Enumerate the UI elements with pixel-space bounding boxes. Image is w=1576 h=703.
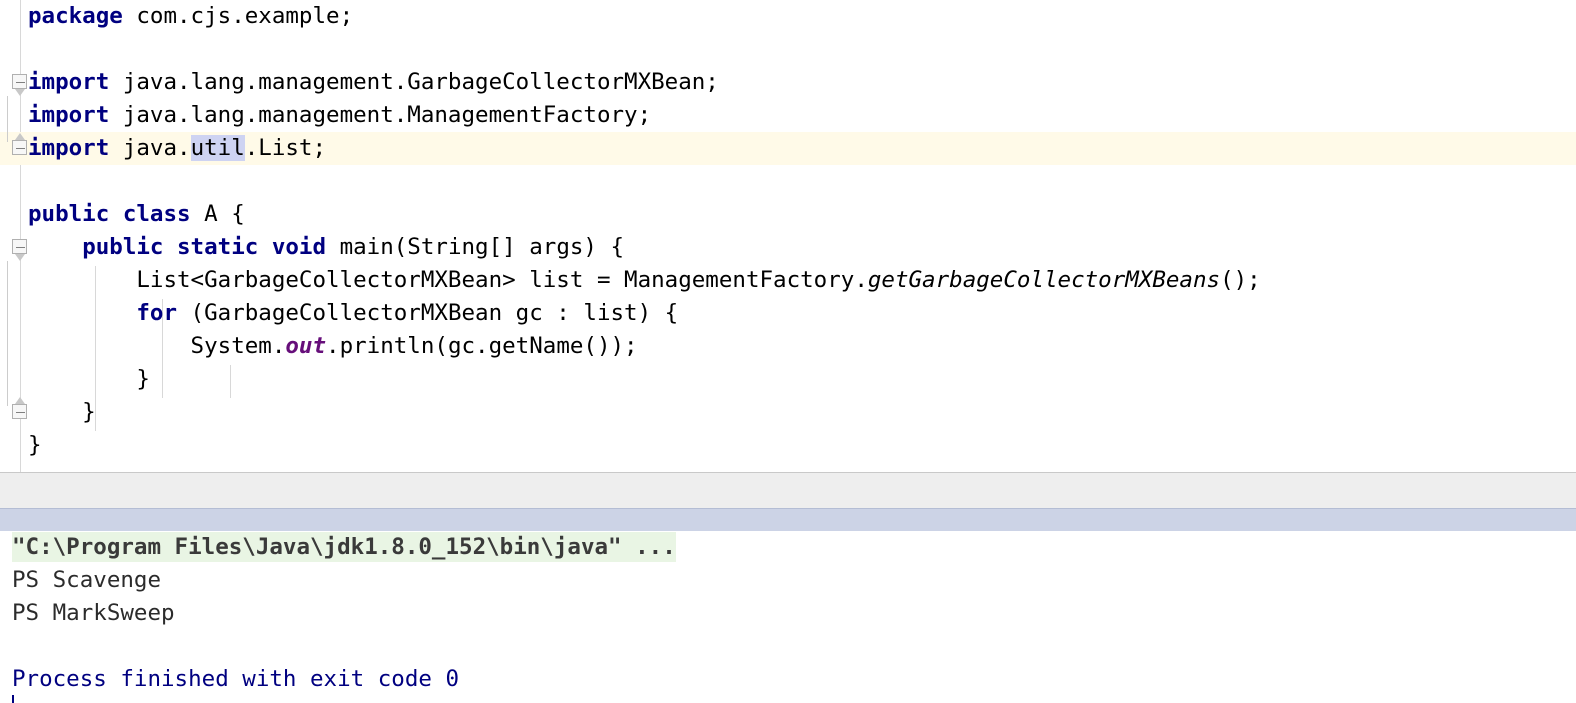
code-line-text: } [28,363,150,396]
code-line[interactable]: public class A { [0,198,1576,231]
code-line-text: public static void main(String[] args) { [28,231,624,264]
console-caret [12,695,14,703]
console-output-line: PS Scavenge [12,564,161,597]
code-line[interactable]: package com.cjs.example; [0,0,1576,33]
fold-marker-imports-end[interactable] [12,140,29,157]
code-line-text: import java.lang.management.GarbageColle… [28,66,719,99]
console-exit-status-line: Process finished with exit code 0 [12,663,459,696]
code-token: java. [109,135,190,161]
fold-marker-main-method-start[interactable] [12,239,29,256]
code-line-text: import java.lang.management.ManagementFa… [28,99,651,132]
code-line[interactable]: System.out.println(gc.getName()); [0,330,1576,363]
code-line[interactable]: } [0,363,1576,396]
code-line[interactable]: } [0,396,1576,429]
code-line-text: } [28,396,96,429]
fold-arrow-down-icon [15,89,25,96]
fold-arrow-down-icon [15,254,25,261]
code-token: A { [191,201,245,227]
code-token: (); [1220,267,1261,293]
code-line-text: public class A { [28,198,245,231]
code-line-text: } [28,429,42,462]
code-line[interactable]: for (GarbageCollectorMXBean gc : list) { [0,297,1576,330]
code-line-text: package com.cjs.example; [28,0,353,33]
fold-arrow-up-icon [15,133,25,140]
code-token: List<GarbageCollectorMXBean> list = Mana… [28,267,868,293]
code-token: public class [28,201,191,227]
code-editor[interactable]: package com.cjs.example; import java.lang… [0,0,1576,472]
code-token: (GarbageCollectorMXBean gc : list) { [177,300,678,326]
code-line[interactable]: import java.util.List; [0,132,1576,165]
code-token: package [28,3,123,29]
console-output-text: PS MarkSweep [12,600,175,626]
code-line[interactable] [0,165,1576,198]
code-token: import [28,69,109,95]
code-token: System. [28,333,285,359]
fold-region-stem [7,96,8,142]
code-token: public static void [82,234,326,260]
code-token: import [28,135,109,161]
fold-region-stem [7,261,8,406]
code-token [28,234,82,260]
code-token: .List; [245,135,326,161]
console-command-line: "C:\Program Files\Java\jdk1.8.0_152\bin\… [12,531,676,564]
fold-box [12,239,27,254]
fold-minus-icon [16,148,25,149]
editor-console-splitter[interactable] [0,473,1576,508]
code-line-text: for (GarbageCollectorMXBean gc : list) { [28,297,678,330]
code-token: com.cjs.example; [123,3,353,29]
run-console-output[interactable]: "C:\Program Files\Java\jdk1.8.0_152\bin\… [0,531,1576,703]
code-line[interactable] [0,33,1576,66]
code-token [28,300,136,326]
console-output-line: PS MarkSweep [12,597,175,630]
code-line[interactable]: } [0,429,1576,462]
code-token: } [28,366,150,392]
fold-minus-icon [16,412,25,413]
code-line-text: import java.util.List; [28,132,326,165]
code-token: getGarbageCollectorMXBeans [868,267,1220,293]
code-token: for [136,300,177,326]
code-line[interactable]: List<GarbageCollectorMXBean> list = Mana… [0,264,1576,297]
fold-marker-imports-start[interactable] [12,74,29,91]
code-text-area[interactable]: package com.cjs.example; import java.lang… [0,0,1576,472]
code-token: .println(gc.getName()); [326,333,638,359]
fold-marker-main-method-end[interactable] [12,404,29,421]
code-token: java.lang.management.GarbageCollectorMXB… [109,69,719,95]
code-token: import [28,102,109,128]
code-line[interactable]: import java.lang.management.ManagementFa… [0,99,1576,132]
fold-minus-icon [16,82,25,83]
fold-box [12,74,27,89]
console-exit-status-text: Process finished with exit code 0 [12,666,459,692]
fold-arrow-up-icon [15,397,25,404]
fold-box [12,140,27,155]
fold-box [12,404,27,419]
code-token: java.lang.management.ManagementFactory; [109,102,651,128]
code-line-text: System.out.println(gc.getName()); [28,330,638,363]
code-token: util [191,135,245,161]
code-token: } [28,399,96,425]
console-toolwindow-header[interactable] [0,508,1576,531]
code-token: } [28,432,42,458]
code-line-text: List<GarbageCollectorMXBean> list = Mana… [28,264,1261,297]
code-token: out [285,333,326,359]
code-token: main(String[] args) { [326,234,624,260]
code-line[interactable]: import java.lang.management.GarbageColle… [0,66,1576,99]
console-output-text: PS Scavenge [12,567,161,593]
console-command-text: "C:\Program Files\Java\jdk1.8.0_152\bin\… [12,532,676,562]
fold-minus-icon [16,247,25,248]
code-line[interactable]: public static void main(String[] args) { [0,231,1576,264]
